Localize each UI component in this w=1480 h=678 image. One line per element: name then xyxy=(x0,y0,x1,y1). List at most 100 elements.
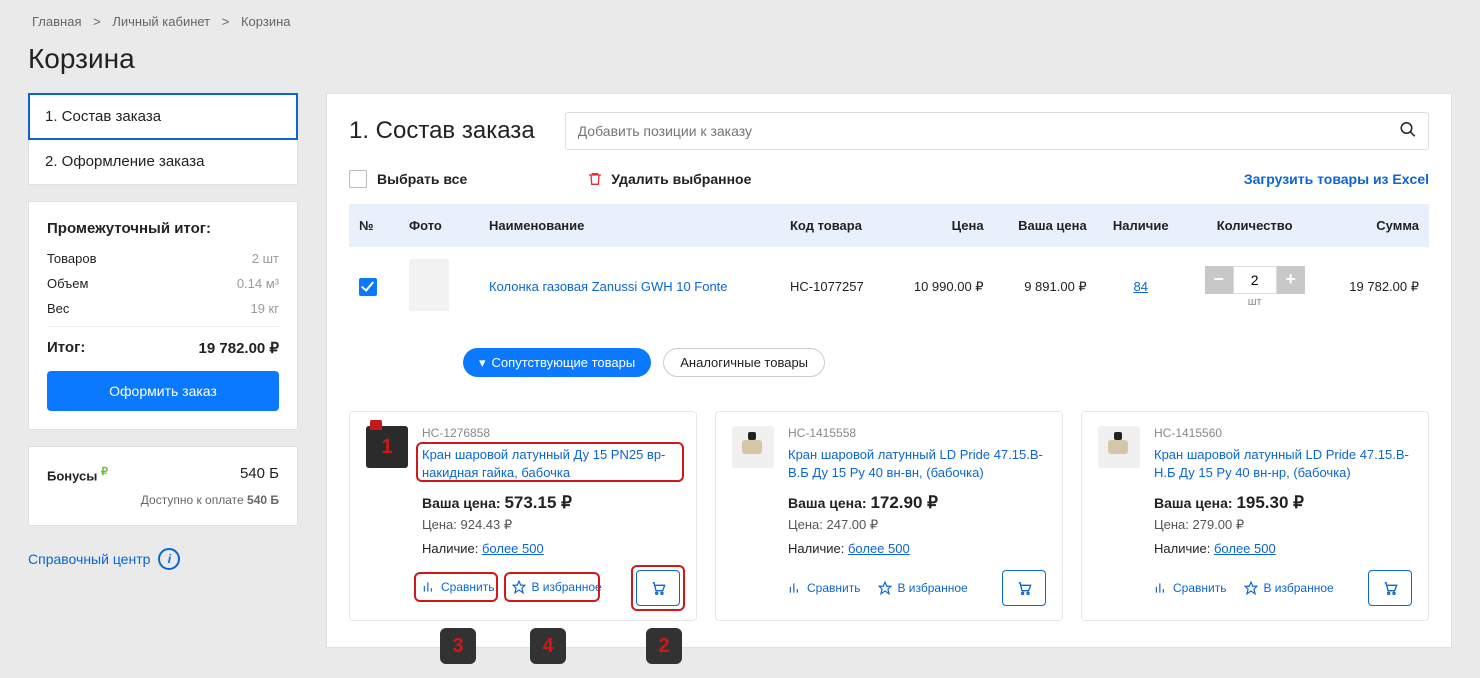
your-price-label: Ваша цена: xyxy=(422,495,501,511)
col-stock: Наличие xyxy=(1097,204,1185,247)
orig-price-value: 247.00 ₽ xyxy=(827,517,879,532)
compare-button[interactable]: Сравнить xyxy=(788,581,860,595)
orig-price-label: Цена: xyxy=(788,517,823,532)
add-to-cart-button[interactable] xyxy=(636,570,680,606)
your-price-label: Ваша цена: xyxy=(788,495,867,511)
star-icon xyxy=(512,580,526,594)
checkout-button[interactable]: Оформить заказ xyxy=(47,371,279,411)
cart-icon xyxy=(649,580,667,596)
checkout-steps: 1. Состав заказа 2. Оформление заказа xyxy=(28,93,298,185)
avail-label: Наличие: xyxy=(1154,541,1210,556)
tab-analog[interactable]: Аналогичные товары xyxy=(663,348,825,377)
col-name: Наименование xyxy=(479,204,780,247)
row-sku: НС-1077257 xyxy=(780,247,889,326)
favorite-button[interactable]: В избранное xyxy=(512,580,601,594)
info-icon: i xyxy=(158,548,180,570)
col-sku: Код товара xyxy=(780,204,889,247)
compare-icon xyxy=(1154,581,1168,595)
compare-button[interactable]: Сравнить xyxy=(422,580,494,594)
star-icon xyxy=(1244,581,1258,595)
step-1-order[interactable]: 1. Состав заказа xyxy=(29,94,297,139)
search-icon[interactable] xyxy=(1399,121,1417,142)
product-image[interactable]: 1 xyxy=(366,426,408,468)
avail-label: Наличие: xyxy=(788,541,844,556)
product-thumb[interactable] xyxy=(409,259,449,311)
crumb-account[interactable]: Личный кабинет xyxy=(112,14,210,29)
row-price: 10 990.00 ₽ xyxy=(889,247,993,326)
avail-link[interactable]: более 500 xyxy=(482,541,544,556)
orig-price-label: Цена: xyxy=(422,517,457,532)
add-to-cart-button[interactable] xyxy=(1368,570,1412,606)
volume-value: 0.14 м³ xyxy=(237,276,279,291)
cart-icon xyxy=(1381,580,1399,596)
avail-link[interactable]: более 500 xyxy=(1214,541,1276,556)
product-link[interactable]: Колонка газовая Zanussi GWH 10 Fonte xyxy=(489,279,728,294)
table-row: Колонка газовая Zanussi GWH 10 Fonte НС-… xyxy=(349,247,1429,326)
volume-label: Объем xyxy=(47,276,88,291)
trash-icon xyxy=(587,171,603,187)
product-card: НС-1415558 Кран шаровой латунный LD Prid… xyxy=(715,411,1063,621)
product-card: 1 НС-1276858 Кран шаровой латунный Ду 15… xyxy=(349,411,697,621)
col-sum: Сумма xyxy=(1324,204,1429,247)
crumb-cart: Корзина xyxy=(241,14,291,29)
avail-link[interactable]: более 500 xyxy=(848,541,910,556)
step-2-checkout[interactable]: 2. Оформление заказа xyxy=(29,139,297,184)
product-name-link[interactable]: Кран шаровой латунный Ду 15 PN25 вр-наки… xyxy=(422,446,680,481)
favorite-button[interactable]: В избранное xyxy=(878,581,967,595)
select-all-label: Выбрать все xyxy=(377,171,467,187)
help-link[interactable]: Справочный центр i xyxy=(28,548,298,570)
col-price: Цена xyxy=(889,204,993,247)
tab-accompanying[interactable]: ▾ Сопутствующие товары xyxy=(463,348,651,377)
compare-icon xyxy=(422,580,436,594)
your-price-value: 172.90 ₽ xyxy=(870,493,938,512)
chevron-down-icon: ▾ xyxy=(479,355,486,371)
select-all-checkbox[interactable] xyxy=(349,170,367,188)
orig-price-value: 924.43 ₽ xyxy=(461,517,513,532)
delete-selected-label: Удалить выбранное xyxy=(611,171,751,187)
product-image[interactable] xyxy=(732,426,774,468)
items-value: 2 шт xyxy=(252,251,279,266)
col-qty: Количество xyxy=(1185,204,1325,247)
product-name-link[interactable]: Кран шаровой латунный LD Pride 47.15.В-В… xyxy=(788,446,1046,481)
your-price-value: 573.15 ₽ xyxy=(504,493,572,512)
product-name-link[interactable]: Кран шаровой латунный LD Pride 47.15.В-Н… xyxy=(1154,446,1412,481)
qty-input[interactable] xyxy=(1233,266,1277,294)
star-icon xyxy=(878,581,892,595)
col-num: № xyxy=(349,204,399,247)
crumb-home[interactable]: Главная xyxy=(32,14,81,29)
bonus-value: 540 Б xyxy=(240,465,279,483)
qty-plus-button[interactable]: + xyxy=(1277,266,1305,294)
qty-unit: шт xyxy=(1195,296,1315,308)
subtotal-card: Промежуточный итог: Товаров 2 шт Объем 0… xyxy=(28,201,298,430)
help-label: Справочный центр xyxy=(28,551,150,567)
row-checkbox[interactable] xyxy=(359,278,377,296)
weight-value: 19 кг xyxy=(250,301,279,316)
favorite-button[interactable]: В избранное xyxy=(1244,581,1333,595)
excel-link[interactable]: Загрузить товары из Excel xyxy=(1244,171,1429,187)
your-price-label: Ваша цена: xyxy=(1154,495,1233,511)
col-photo: Фото xyxy=(399,204,479,247)
total-label: Итог: xyxy=(47,339,85,357)
row-stock-link[interactable]: 84 xyxy=(1134,279,1148,294)
product-sku: НС-1415558 xyxy=(788,426,1046,440)
product-card: НС-1415560 Кран шаровой латунный LD Prid… xyxy=(1081,411,1429,621)
bonus-title: Бонусы xyxy=(47,468,97,483)
compare-icon xyxy=(788,581,802,595)
search-input[interactable] xyxy=(565,112,1429,150)
qty-minus-button[interactable]: − xyxy=(1205,266,1233,294)
page-title: Корзина xyxy=(28,43,1452,75)
add-to-cart-button[interactable] xyxy=(1002,570,1046,606)
cart-icon xyxy=(1015,580,1033,596)
breadcrumb: Главная > Личный кабинет > Корзина xyxy=(28,14,1452,29)
delete-selected-button[interactable]: Удалить выбранное xyxy=(587,171,751,187)
product-image[interactable] xyxy=(1098,426,1140,468)
row-sum: 19 782.00 ₽ xyxy=(1324,247,1429,326)
compare-button[interactable]: Сравнить xyxy=(1154,581,1226,595)
avail-label: Наличие: xyxy=(422,541,478,556)
bonus-card: Бонусы ₽ 540 Б Доступно к оплате 540 Б xyxy=(28,446,298,526)
orig-price-value: 279.00 ₽ xyxy=(1193,517,1245,532)
product-sku: НС-1276858 xyxy=(422,426,680,440)
bonus-available-value: 540 Б xyxy=(247,493,279,507)
items-label: Товаров xyxy=(47,251,97,266)
total-value: 19 782.00 ₽ xyxy=(199,339,279,357)
